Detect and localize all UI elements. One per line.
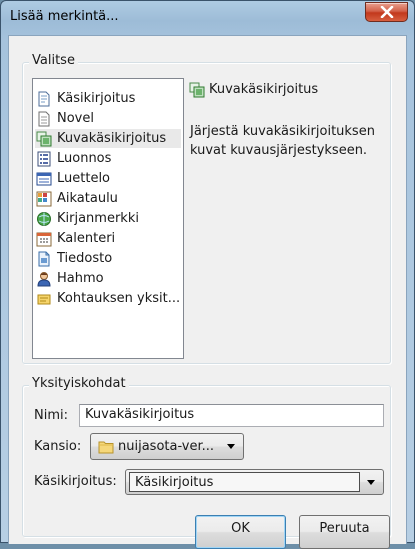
list-icon (36, 172, 52, 185)
close-button[interactable] (365, 2, 408, 22)
list-item-hahmo[interactable]: Hahmo (35, 269, 181, 288)
script-dropdown[interactable]: Käsikirjoitus (125, 469, 384, 495)
list-item-kuvakasikirjoitus[interactable]: Kuvakäsikirjoitus (35, 129, 181, 148)
folder-icon (98, 441, 114, 453)
list-item-luonnos[interactable]: Luonnos (35, 149, 181, 168)
type-listbox[interactable]: Käsikirjoitus Novel Kuvakäsikirjoitus Lu… (32, 78, 184, 359)
novel-page-icon (38, 111, 50, 126)
folder-dropdown[interactable]: nuijasota-ver... (90, 433, 244, 460)
storyboard-icon (36, 131, 52, 146)
details-group-label: Yksityiskohdat (29, 376, 129, 391)
storyboard-detail-icon (189, 82, 205, 98)
title-bar[interactable]: Lisää merkintä... (1, 1, 414, 35)
script-value: Käsikirjoitus (129, 472, 360, 492)
character-icon (37, 271, 51, 286)
ok-button[interactable]: OK (195, 515, 286, 549)
selected-type-description: Järjestä kuvakäsikirjoituksen kuvat kuva… (190, 124, 375, 158)
list-item-luettelo[interactable]: Luettelo (35, 169, 181, 188)
list-item-kohtauksen-yksityiskohdat[interactable]: Kohtauksen yksit... (35, 289, 181, 308)
chevron-down-icon (367, 479, 375, 485)
list-item-novel[interactable]: Novel (35, 109, 181, 128)
list-item-kirjanmerkki[interactable]: Kirjanmerkki (35, 209, 181, 228)
selected-type-title: Kuvakäsikirjoitus (209, 82, 319, 97)
list-item-tiedosto[interactable]: Tiedosto (35, 249, 181, 268)
outline-icon (37, 151, 51, 166)
scene-detail-icon (37, 294, 51, 304)
schedule-icon (36, 191, 52, 206)
select-group-label: Valitse (29, 53, 78, 68)
dialog-content: Valitse Käsikirjoitus Novel Kuvakäsikirj… (8, 35, 407, 549)
script-label: Käsikirjoitus: (34, 474, 117, 489)
bookmark-globe-icon (37, 211, 51, 226)
cancel-button[interactable]: Peruuta (299, 515, 390, 549)
calendar-icon (36, 232, 52, 246)
window-title: Lisää merkintä... (10, 9, 119, 24)
close-icon (380, 6, 393, 18)
name-label: Nimi: (34, 408, 68, 423)
list-item-aikataulu[interactable]: Aikataulu (35, 189, 181, 208)
script-page-icon (38, 91, 50, 106)
folder-value: nuijasota-ver... (118, 439, 215, 454)
folder-label: Kansio: (34, 439, 82, 454)
list-item-kasikirjoitus[interactable]: Käsikirjoitus (35, 89, 181, 108)
name-input[interactable]: Kuvakäsikirjoitus (79, 404, 384, 427)
file-icon (38, 251, 50, 266)
list-item-kalenteri[interactable]: Kalenteri (35, 229, 181, 248)
chevron-down-icon (227, 444, 235, 449)
dialog-window: Lisää merkintä... Valitse Käsikirjoitus (0, 0, 415, 549)
